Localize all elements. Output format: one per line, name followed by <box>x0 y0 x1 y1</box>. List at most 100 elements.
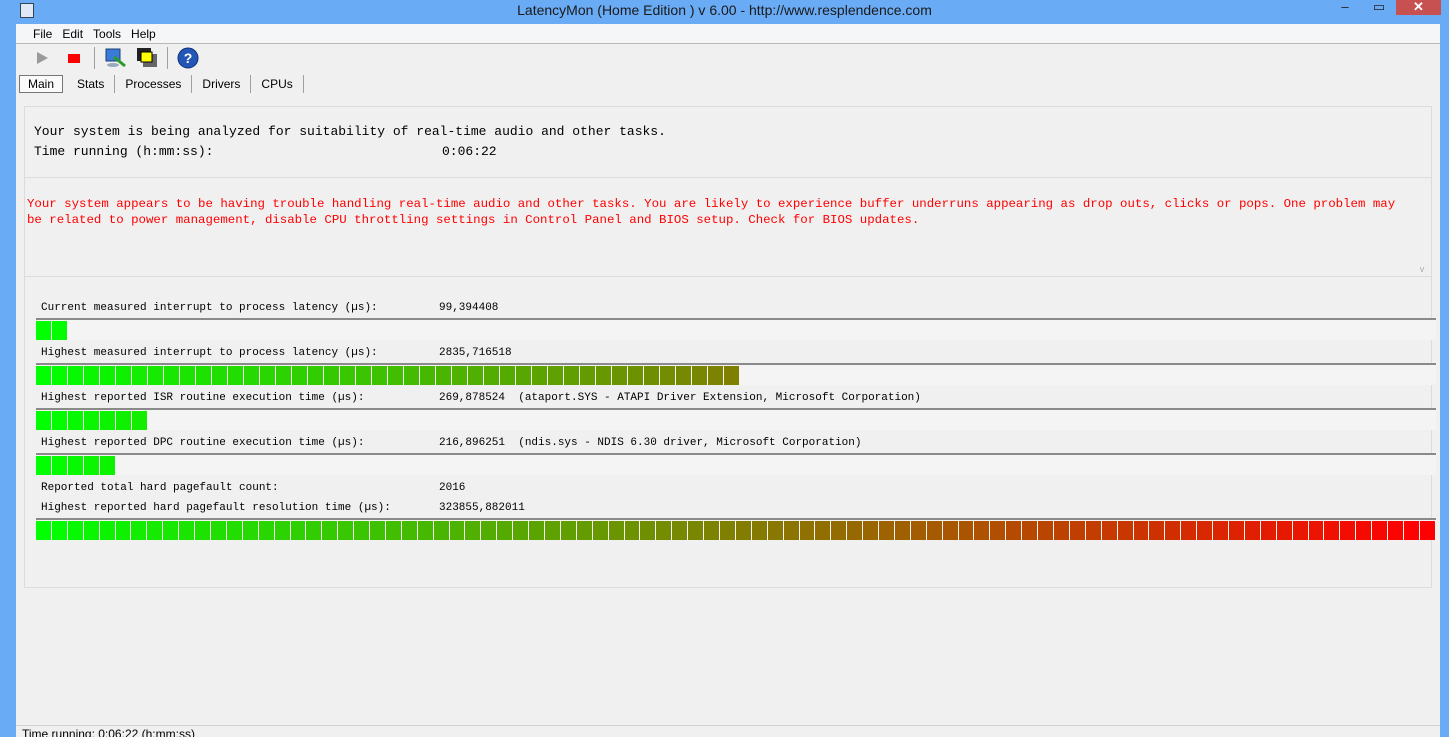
bar-segment <box>52 366 67 385</box>
tab-processes[interactable]: Processes <box>115 75 193 93</box>
bar-segment <box>831 521 847 540</box>
bar-segment <box>163 521 179 540</box>
bar-segment <box>548 366 563 385</box>
stop-icon[interactable] <box>62 46 86 70</box>
bar-segment <box>1006 521 1022 540</box>
close-button[interactable]: ✕ <box>1396 0 1441 15</box>
tab-drivers[interactable]: Drivers <box>192 75 252 93</box>
bar-segment <box>596 366 611 385</box>
bar-segment <box>84 366 99 385</box>
metric-label: Current measured interrupt to process la… <box>41 302 378 314</box>
tab-cpus[interactable]: CPUs <box>251 75 304 93</box>
bar-segment <box>692 366 707 385</box>
bar-segment <box>210 521 226 540</box>
bar-segment <box>36 456 51 475</box>
warning-box: Your system appears to be having trouble… <box>25 177 1431 277</box>
bar-segment <box>179 521 195 540</box>
bar-segment <box>164 366 179 385</box>
time-running-value: 0:06:22 <box>442 144 497 159</box>
bar-segment <box>958 521 974 540</box>
bar-segment <box>719 521 735 540</box>
bar-segment <box>36 366 51 385</box>
help-icon[interactable]: ? <box>176 46 200 70</box>
warning-text: Your system appears to be having trouble… <box>27 197 1396 227</box>
time-running-label: Time running (h:mm:ss): <box>34 144 214 159</box>
bar-segment <box>354 521 370 540</box>
bar-segment <box>36 321 51 340</box>
bar-segment <box>1372 521 1388 540</box>
status-bar: Time running: 0:06:22 (h:mm:ss) <box>16 725 1440 737</box>
metric-value: 216,896251 (ndis.sys - NDIS 6.30 driver,… <box>439 437 862 449</box>
bar-segment <box>468 366 483 385</box>
metric-label: Highest reported hard pagefault resoluti… <box>41 502 391 514</box>
tab-bar: Main Stats Processes Drivers CPUs <box>16 72 1440 96</box>
minimize-button[interactable]: – <box>1330 0 1360 15</box>
bar-segment <box>724 366 739 385</box>
bar-segment <box>196 366 211 385</box>
bar-segment <box>36 521 51 540</box>
bar-segment <box>292 366 307 385</box>
bar-segment <box>1085 521 1101 540</box>
bar-segment <box>1101 521 1117 540</box>
bar-segment <box>1260 521 1276 540</box>
metric-value: 2016 <box>439 482 466 494</box>
bar-segment <box>116 411 131 430</box>
bar-segment <box>385 521 401 540</box>
bar-segment <box>516 366 531 385</box>
tab-main[interactable]: Main <box>19 75 64 93</box>
latency-bar <box>36 453 1436 475</box>
menu-help[interactable]: Help <box>126 24 161 43</box>
bar-segment <box>644 366 659 385</box>
bar-segment <box>1340 521 1356 540</box>
menu-tools[interactable]: Tools <box>88 24 126 43</box>
bar-segment <box>274 521 290 540</box>
bar-segment <box>1213 521 1228 540</box>
bar-segment <box>1356 521 1372 540</box>
bar-segment <box>132 411 147 430</box>
warning-scrollbar[interactable]: v <box>1415 178 1429 276</box>
bar-segment <box>116 366 131 385</box>
bar-segment <box>481 521 497 540</box>
bar-segment <box>100 456 115 475</box>
tab-stats[interactable]: Stats <box>67 75 116 93</box>
bar-segment <box>640 521 656 540</box>
bar-segment <box>67 521 83 540</box>
bar-segment <box>338 521 354 540</box>
bar-segment <box>1419 521 1435 540</box>
bar-segment <box>436 366 451 385</box>
bar-segment <box>147 521 163 540</box>
metric-label: Reported total hard pagefault count: <box>41 482 279 494</box>
bar-segment <box>1165 521 1181 540</box>
bar-segment <box>356 366 371 385</box>
bar-segment <box>226 521 242 540</box>
bar-segment <box>83 521 99 540</box>
play-icon[interactable] <box>30 46 54 70</box>
bar-segment <box>1054 521 1069 540</box>
bar-segment <box>388 366 403 385</box>
bar-segment <box>404 366 419 385</box>
metric-value: 323855,882011 <box>439 502 525 514</box>
menu-file[interactable]: File <box>28 24 57 43</box>
bar-segment <box>340 366 355 385</box>
bar-segment <box>688 521 704 540</box>
bar-segment <box>433 521 449 540</box>
bar-segment <box>656 521 672 540</box>
main-window: File Edit Tools Help ? Main Stats Proces… <box>16 24 1440 737</box>
bar-segment <box>148 366 163 385</box>
bar-segment <box>260 366 275 385</box>
maximize-button[interactable]: ▭ <box>1364 0 1394 15</box>
bar-segment <box>500 366 515 385</box>
bar-segment <box>564 366 579 385</box>
computer-wrench-icon[interactable] <box>103 46 127 70</box>
bar-segment <box>612 366 627 385</box>
windows-icon[interactable] <box>135 46 159 70</box>
bar-segment <box>465 521 481 540</box>
bar-segment <box>1022 521 1038 540</box>
bar-segment <box>672 521 688 540</box>
bar-segment <box>815 521 831 540</box>
bar-segment <box>767 521 783 540</box>
bar-segment <box>370 521 385 540</box>
menu-edit[interactable]: Edit <box>57 24 88 43</box>
metric-value: 269,878524 (ataport.SYS - ATAPI Driver E… <box>439 392 921 404</box>
bar-segment <box>863 521 879 540</box>
